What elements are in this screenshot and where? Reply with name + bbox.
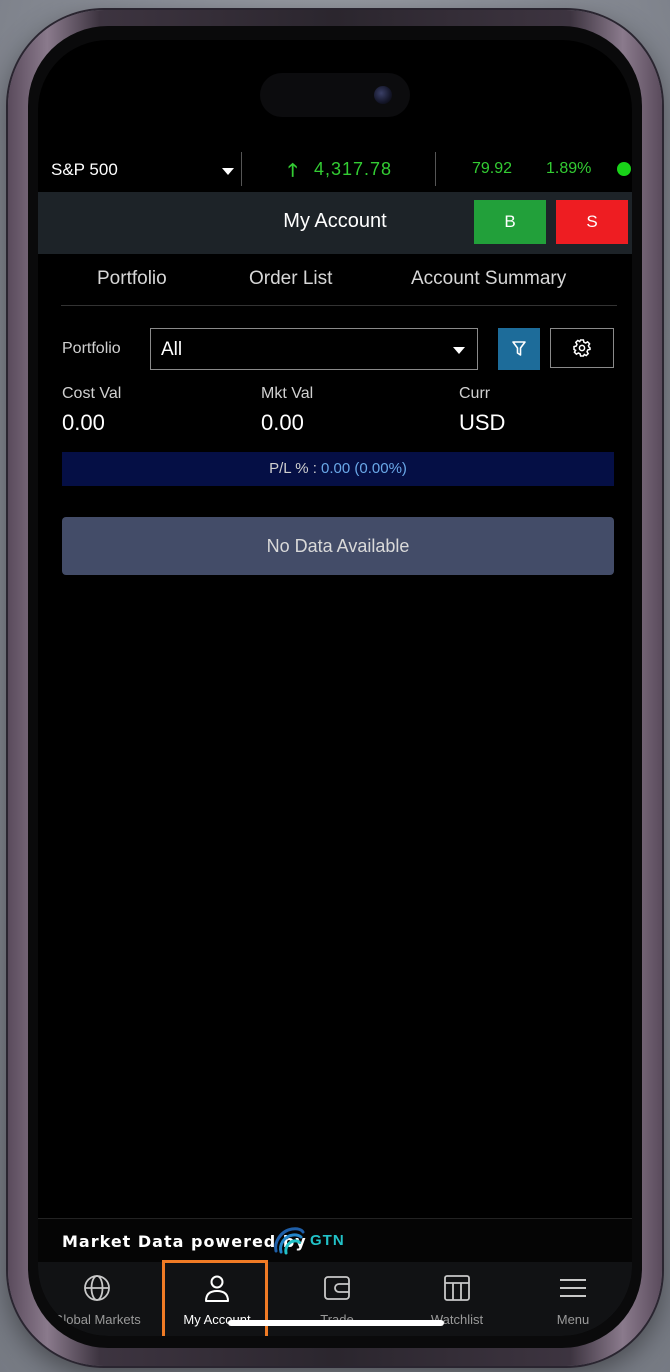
camera-icon — [374, 86, 392, 104]
tab-portfolio[interactable]: Portfolio — [97, 268, 167, 290]
connection-status-icon — [617, 162, 631, 176]
tab-account-summary[interactable]: Account Summary — [411, 268, 566, 290]
powered-by-text: Market Data powered by — [62, 1232, 307, 1251]
app-screen: S&P 500 🡑 4,317.78 79.92 1.89% My Accoun… — [38, 40, 632, 1336]
cost-value-label: Cost Val — [62, 385, 122, 402]
phone-frame: S&P 500 🡑 4,317.78 79.92 1.89% My Accoun… — [8, 10, 662, 1366]
divider — [241, 152, 242, 186]
watchlist-icon — [444, 1275, 470, 1301]
index-price: 4,317.78 — [314, 159, 393, 179]
wallet-icon — [324, 1276, 350, 1300]
nav-menu[interactable]: Menu — [514, 1262, 632, 1336]
tab-order-list[interactable]: Order List — [249, 268, 332, 290]
sell-button[interactable]: S — [556, 200, 628, 244]
currency-value: USD — [459, 410, 506, 435]
chevron-down-icon — [453, 347, 465, 354]
nav-label: Menu — [556, 1312, 590, 1327]
portfolio-label: Portfolio — [62, 340, 121, 357]
filter-button[interactable] — [498, 328, 540, 370]
home-indicator[interactable] — [228, 1320, 444, 1326]
portfolio-select[interactable]: All — [150, 328, 478, 370]
filter-icon — [512, 341, 526, 356]
tabs-divider — [61, 305, 617, 306]
index-change-percent: 1.89% — [546, 160, 592, 177]
index-name: S&P 500 — [51, 160, 118, 179]
market-value: 0.00 — [261, 410, 304, 435]
nav-global-markets[interactable]: Global Markets — [38, 1262, 156, 1336]
chevron-down-icon[interactable] — [222, 168, 234, 175]
dynamic-island — [260, 73, 410, 117]
account-tabs: Portfolio Order List Account Summary — [38, 254, 632, 306]
currency-label: Curr — [459, 385, 491, 402]
gtn-brand: GTN — [310, 1232, 345, 1249]
portfolio-panel: Portfolio All Cost Val 0.00 Mkt Val 0.00… — [38, 308, 632, 1218]
phone-bezel: S&P 500 🡑 4,317.78 79.92 1.89% My Accoun… — [28, 26, 642, 1348]
settings-button[interactable] — [550, 328, 614, 368]
pl-label: P/L % : — [269, 460, 317, 477]
user-icon — [205, 1275, 229, 1302]
index-ticker[interactable]: S&P 500 🡑 4,317.78 79.92 1.89% — [38, 146, 632, 192]
divider — [435, 152, 436, 186]
buy-button[interactable]: B — [474, 200, 546, 244]
cost-value: 0.00 — [62, 410, 105, 435]
menu-icon — [560, 1279, 586, 1297]
globe-icon — [84, 1275, 110, 1301]
gear-icon — [573, 339, 591, 357]
market-value-label: Mkt Val — [261, 385, 314, 402]
pl-value: 0.00 (0.00%) — [321, 460, 407, 477]
profit-loss-bar: P/L % : 0.00 (0.00%) — [62, 452, 614, 486]
index-change: 79.92 — [472, 160, 513, 177]
arrow-up-icon: 🡑 — [288, 160, 298, 180]
market-data-attribution: Market Data powered by GTN — [38, 1218, 632, 1263]
portfolio-select-value: All — [161, 339, 183, 360]
gtn-logo-icon — [274, 1227, 305, 1255]
empty-state-message: No Data Available — [62, 517, 614, 575]
nav-label: Global Markets — [53, 1312, 141, 1327]
app-header: My Account B S — [38, 192, 632, 254]
